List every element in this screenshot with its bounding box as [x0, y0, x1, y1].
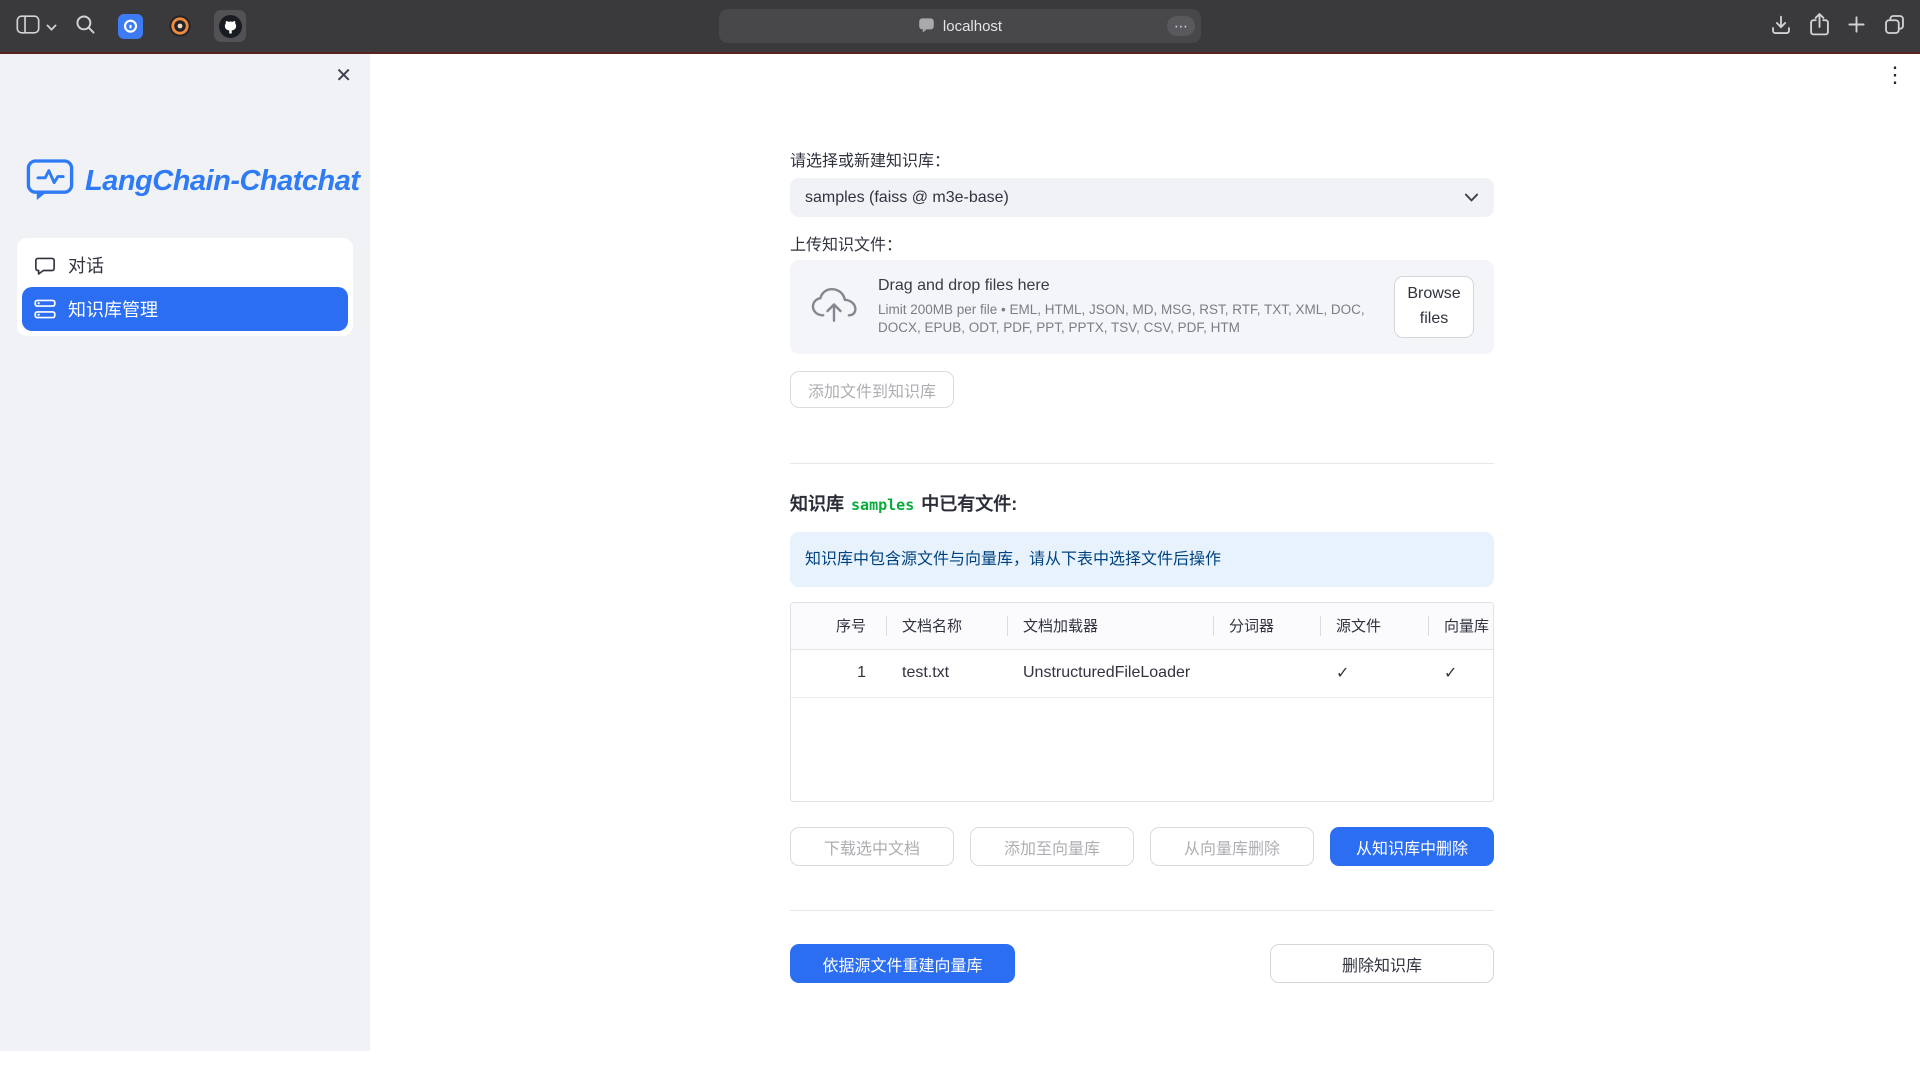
- address-url: localhost: [943, 18, 1002, 35]
- site-favicon-icon: [918, 16, 935, 37]
- extension-password-button[interactable]: [114, 10, 146, 42]
- plus-icon: [1847, 15, 1866, 37]
- cell-doc-name: test.txt: [886, 649, 1007, 697]
- heading-suffix: 中已有文件:: [916, 494, 1017, 514]
- nav-item-label: 知识库管理: [68, 296, 158, 322]
- main-area: ⋮ 请选择或新建知识库： samples (faiss @ m3e-base) …: [370, 54, 1920, 1080]
- search-icon: [75, 14, 96, 38]
- file-dropzone[interactable]: Drag and drop files here Limit 200MB per…: [790, 260, 1494, 354]
- rebuild-vector-store-button[interactable]: 依据源文件重建向量库: [790, 944, 1015, 983]
- chevron-down-icon: [1464, 189, 1479, 207]
- remove-from-vector-store-button[interactable]: 从向量库删除: [1150, 827, 1314, 866]
- download-icon: [1770, 14, 1792, 39]
- cell-vector-store-check: ✓: [1428, 649, 1493, 697]
- toolbar-left-group: [16, 0, 246, 52]
- col-header-loader: 文档加载器: [1007, 603, 1213, 649]
- dropzone-limit: Limit 200MB per file • EML, HTML, JSON, …: [878, 301, 1378, 337]
- kb-name-code: samples: [849, 496, 916, 514]
- divider: [790, 463, 1494, 464]
- app-logo: LangChain-Chatchat: [26, 157, 370, 206]
- chevron-down-icon: [46, 19, 57, 34]
- share-icon: [1809, 12, 1830, 40]
- nav-item-label: 对话: [68, 252, 104, 278]
- col-header-doc-name: 文档名称: [886, 603, 1007, 649]
- browser-window: localhost ⋯: [0, 0, 1920, 1080]
- heading-prefix: 知识库: [790, 494, 849, 514]
- page-body: ✕ LangChain-Chatchat: [0, 54, 1920, 1080]
- upload-section-label: 上传知识文件：: [790, 236, 1494, 256]
- password-extension-icon: [114, 10, 146, 42]
- col-header-source-file: 源文件: [1320, 603, 1428, 649]
- kb-selected-value: samples (faiss @ m3e-base): [805, 189, 1464, 207]
- kb-selectbox[interactable]: samples (faiss @ m3e-base): [790, 178, 1494, 217]
- panel-toggle-icon: [16, 15, 40, 37]
- table-header-row: 序号 文档名称 文档加载器 分词器 源文件 向量库: [791, 603, 1493, 649]
- dropzone-title: Drag and drop files here: [878, 277, 1378, 295]
- address-more-icon[interactable]: ⋯: [1167, 16, 1195, 36]
- cloud-upload-icon: [810, 286, 858, 328]
- sidebar-nav: 对话 知识库管理: [17, 238, 353, 336]
- col-header-vector-store: 向量库: [1428, 603, 1493, 649]
- col-header-splitter: 分词器: [1213, 603, 1320, 649]
- logo-chat-bubble-icon: [26, 157, 74, 206]
- tab-overview-button[interactable]: [1883, 13, 1906, 39]
- tabs-icon: [1883, 13, 1906, 39]
- kb-files-heading: 知识库 samples 中已有文件:: [790, 492, 1494, 517]
- toolbar-right-group: [1770, 0, 1906, 52]
- chat-bubble-icon: [34, 254, 56, 276]
- new-tab-button[interactable]: [1847, 15, 1866, 37]
- extension-recorder-button[interactable]: [164, 10, 196, 42]
- download-selected-button[interactable]: 下载选中文档: [790, 827, 954, 866]
- col-header-index: 序号: [791, 603, 886, 649]
- delete-from-kb-button[interactable]: 从知识库中删除: [1330, 827, 1494, 866]
- sidebar: ✕ LangChain-Chatchat: [0, 54, 370, 1080]
- cell-source-file-check: ✓: [1320, 649, 1428, 697]
- search-button[interactable]: [75, 14, 96, 38]
- divider: [790, 910, 1494, 911]
- cell-index: 1: [791, 649, 886, 697]
- address-bar[interactable]: localhost ⋯: [719, 9, 1201, 43]
- nav-item-knowledge-base[interactable]: 知识库管理: [22, 287, 348, 331]
- recorder-extension-icon: [164, 10, 196, 42]
- browser-toolbar: localhost ⋯: [0, 0, 1920, 52]
- github-extension-icon: [214, 10, 246, 42]
- cell-splitter: [1213, 649, 1320, 697]
- share-button[interactable]: [1809, 12, 1830, 40]
- app-menu-icon[interactable]: ⋮: [1884, 64, 1906, 86]
- add-files-to-kb-button[interactable]: 添加文件到知识库: [790, 371, 954, 408]
- kb-files-table: 序号 文档名称 文档加载器 分词器 源文件 向量库 1 test: [790, 602, 1494, 802]
- table-row[interactable]: 1 test.txt UnstructuredFileLoader ✓ ✓: [791, 649, 1493, 697]
- bottom-strip: [0, 1051, 1920, 1080]
- sidebar-toggle-button[interactable]: [16, 15, 57, 37]
- extension-github-button[interactable]: [214, 10, 246, 42]
- downloads-button[interactable]: [1770, 14, 1792, 39]
- delete-kb-button[interactable]: 删除知识库: [1270, 944, 1494, 983]
- logo-text: LangChain-Chatchat: [85, 165, 360, 198]
- info-banner: 知识库中包含源文件与向量库，请从下表中选择文件后操作: [790, 532, 1494, 587]
- cell-loader: UnstructuredFileLoader: [1007, 649, 1213, 697]
- kb-select-label: 请选择或新建知识库：: [790, 152, 1494, 172]
- main-content: 请选择或新建知识库： samples (faiss @ m3e-base) 上传…: [790, 152, 1494, 983]
- dropzone-texts: Drag and drop files here Limit 200MB per…: [878, 277, 1394, 337]
- sidebar-close-icon[interactable]: ✕: [335, 66, 352, 86]
- file-action-buttons: 下载选中文档 添加至向量库 从向量库删除 从知识库中删除: [790, 827, 1494, 866]
- knowledge-base-icon: [34, 299, 56, 319]
- browse-files-button[interactable]: Browse files: [1394, 276, 1474, 338]
- kb-action-buttons: 依据源文件重建向量库 删除知识库: [790, 944, 1494, 983]
- add-to-vector-store-button[interactable]: 添加至向量库: [970, 827, 1134, 866]
- nav-item-dialogue[interactable]: 对话: [22, 243, 348, 287]
